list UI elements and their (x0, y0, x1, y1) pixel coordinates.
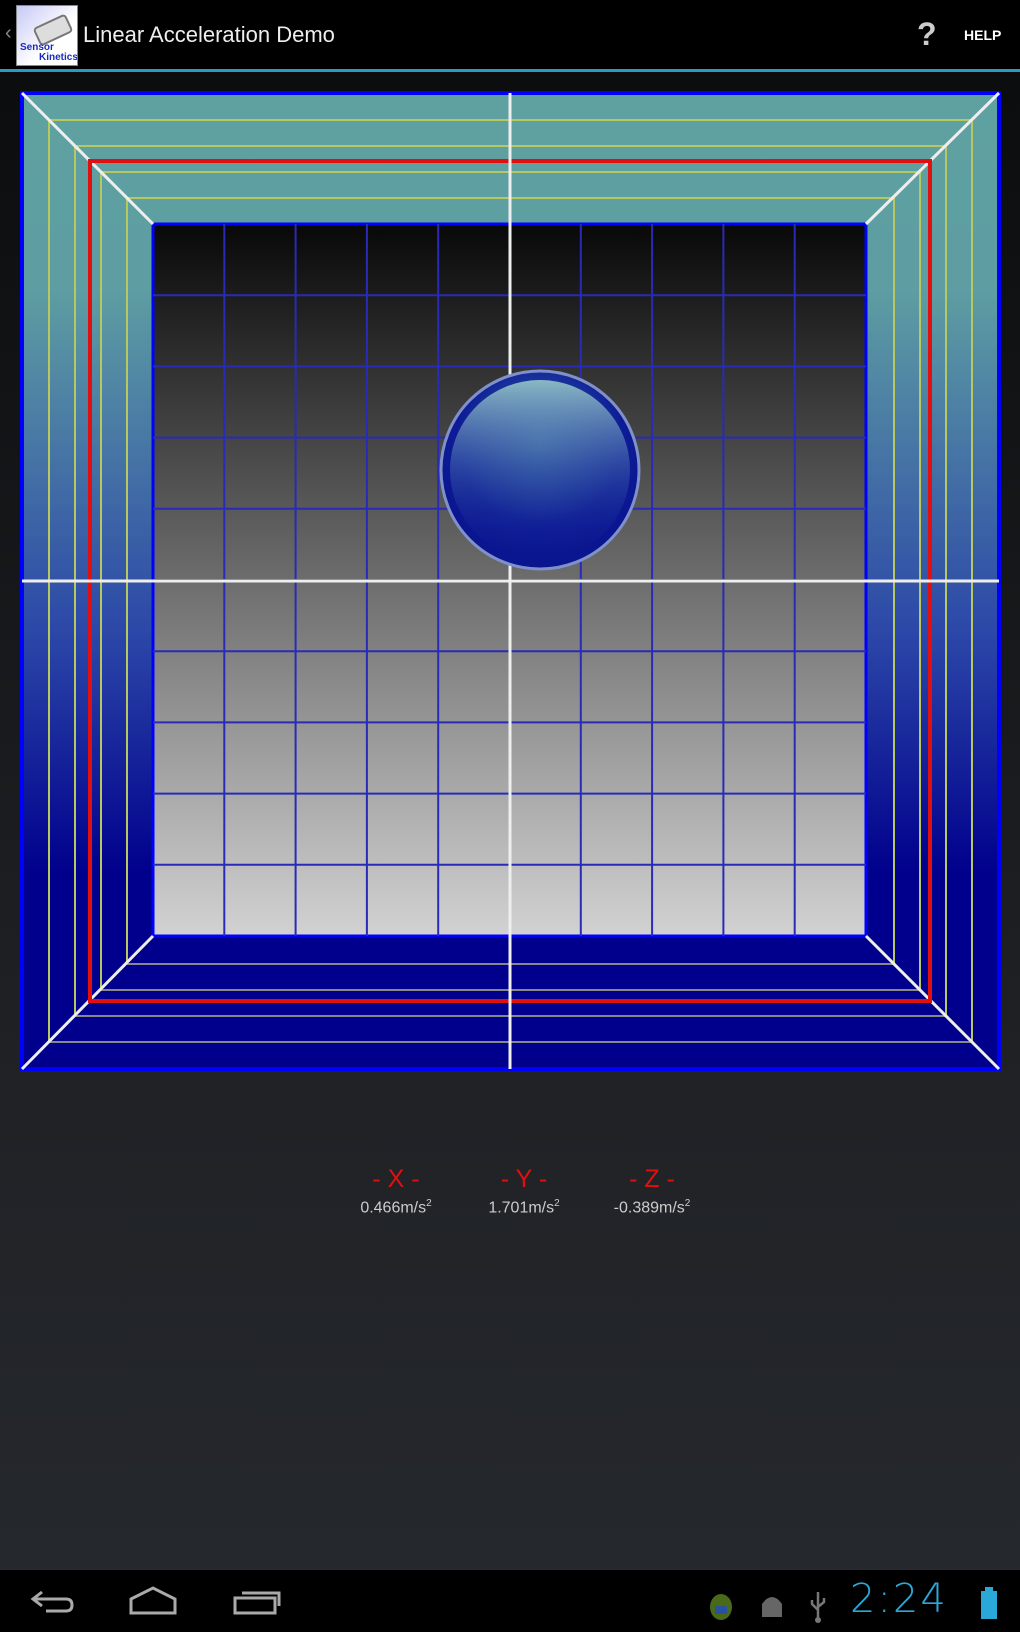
battery-icon (981, 1587, 997, 1619)
android-debug-icon (710, 1594, 732, 1620)
value-y: 1.701m/s (488, 1199, 555, 1217)
readout-y: - Y - 1.701m/s2 (459, 1165, 589, 1217)
clock: 2:24 (850, 1576, 948, 1622)
back-icon[interactable] (28, 1584, 78, 1618)
readout-x: - X - 0.466m/s2 (331, 1165, 461, 1217)
recent-apps-icon[interactable] (232, 1584, 282, 1618)
axis-label-y: - Y - (500, 1165, 548, 1193)
exp-z: 2 (684, 1198, 691, 1209)
exp-y: 2 (554, 1198, 560, 1209)
exp-x: 2 (426, 1198, 432, 1209)
axis-label-z: - Z - (629, 1165, 675, 1193)
system-nav-bar: 2:24 (0, 1570, 1020, 1632)
value-z: -0.389m/s (613, 1199, 685, 1217)
readout-z: - Z - -0.389m/s2 (587, 1165, 717, 1217)
value-x: 0.466m/s (360, 1199, 427, 1217)
ball[interactable] (439, 369, 641, 571)
home-icon[interactable] (128, 1584, 178, 1618)
usb-icon (810, 1592, 826, 1623)
android-icon (762, 1597, 782, 1617)
axis-label-x: - X - (372, 1165, 420, 1193)
acceleration-board (20, 91, 1001, 1071)
